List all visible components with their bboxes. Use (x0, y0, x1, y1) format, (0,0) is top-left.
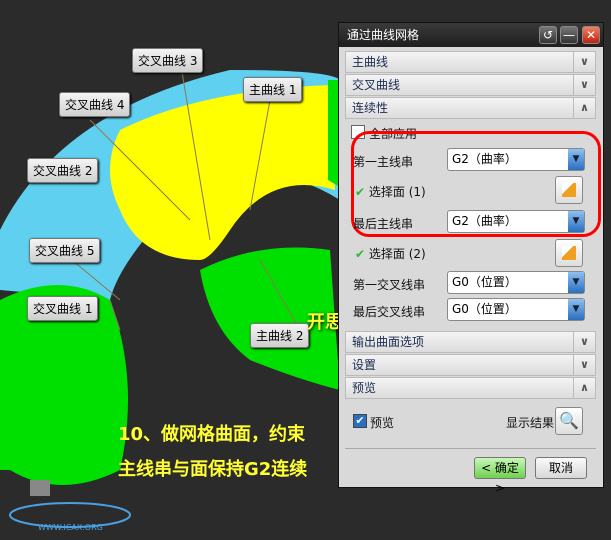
section-label: 预览 (352, 381, 377, 395)
select-value: G2（曲率） (452, 152, 517, 166)
chevron-down-icon[interactable]: ∨ (573, 332, 595, 352)
section-label: 主曲线 (352, 55, 389, 69)
caption-line-1: 10、做网格曲面，约束 (118, 424, 306, 445)
mesh-surface-dialog: 通过曲线网格 ↺ — ✕ 主曲线 ∨ 交叉曲线 ∨ 连续性 ∧ 全部应用 第一主线串 … (338, 22, 604, 495)
ok-button[interactable]: < 确定 > (474, 457, 526, 495)
chevron-up-icon[interactable]: ∧ (573, 98, 595, 118)
section-output-surface-options[interactable]: 输出曲面选项 ∨ (345, 331, 596, 353)
callout-cross-curve-3: 交叉曲线 3 (132, 48, 204, 73)
cube-icon (562, 246, 576, 260)
callout-primary-curve-2: 主曲线 2 (250, 323, 310, 348)
section-label: 交叉曲线 (352, 78, 401, 92)
divider (345, 448, 596, 449)
chevron-down-icon[interactable]: ∨ (573, 75, 595, 95)
chevron-up-icon[interactable]: ∧ (573, 378, 595, 398)
select-value: G0（位置） (452, 302, 517, 316)
preview-checkbox[interactable]: ✔ (353, 414, 367, 428)
section-label: 连续性 (352, 101, 389, 115)
dropdown-arrow-icon[interactable]: ▼ (568, 149, 584, 170)
chevron-down-icon[interactable]: ∨ (573, 355, 595, 375)
callout-primary-curve-1: 主曲线 1 (243, 77, 303, 102)
section-primary-curves[interactable]: 主曲线 ∨ (345, 51, 596, 73)
select-face-label: 选择面 (2) (368, 247, 426, 261)
last-cross-select[interactable]: G0（位置） ▼ (447, 298, 585, 321)
select-face-1-button[interactable] (555, 176, 583, 204)
logo: WWW.ICAX.ORG (9, 480, 131, 532)
show-result-label: 显示结果 (506, 416, 555, 430)
section-preview[interactable]: 预览 ∧ (345, 377, 596, 399)
magnifier-icon: 🔍 (559, 411, 579, 430)
select-value: G2（曲率） (452, 214, 517, 228)
reset-icon[interactable]: ↺ (539, 26, 557, 44)
section-label: 输出曲面选项 (352, 335, 425, 349)
last-primary-label: 最后主线串 (353, 217, 414, 231)
close-icon[interactable]: ✕ (582, 26, 600, 44)
select-value: G0（位置） (452, 275, 517, 289)
section-label: 设置 (352, 358, 377, 372)
dialog-title: 通过曲线网格 (347, 28, 420, 42)
dropdown-arrow-icon[interactable]: ▼ (568, 299, 584, 320)
callout-cross-curve-4: 交叉曲线 4 (59, 92, 131, 117)
last-cross-label: 最后交叉线串 (353, 305, 426, 319)
cube-icon (562, 183, 576, 197)
preview-label: 预览 (370, 416, 395, 430)
callout-cross-curve-5: 交叉曲线 5 (29, 238, 101, 263)
dialog-titlebar[interactable]: 通过曲线网格 ↺ — ✕ (339, 23, 603, 47)
chevron-down-icon[interactable]: ∨ (573, 52, 595, 72)
callout-cross-curve-1: 交叉曲线 1 (27, 296, 99, 321)
check-icon: ✔ (355, 247, 366, 261)
section-settings[interactable]: 设置 ∨ (345, 354, 596, 376)
select-face-label: 选择面 (1) (368, 185, 426, 199)
minimize-icon[interactable]: — (560, 26, 578, 44)
dropdown-arrow-icon[interactable]: ▼ (568, 211, 584, 232)
first-primary-select[interactable]: G2（曲率） ▼ (447, 148, 585, 171)
last-primary-select[interactable]: G2（曲率） ▼ (447, 210, 585, 233)
show-result-button[interactable]: 🔍 (555, 407, 583, 435)
caption-line-2: 主线串与面保持G2连续 (118, 459, 308, 480)
section-continuity[interactable]: 连续性 ∧ (345, 97, 596, 119)
callout-cross-curve-2: 交叉曲线 2 (27, 158, 99, 183)
first-cross-select[interactable]: G0（位置） ▼ (447, 271, 585, 294)
section-cross-curves[interactable]: 交叉曲线 ∨ (345, 74, 596, 96)
cancel-button[interactable]: 取消 (535, 457, 587, 479)
svg-text:WWW.ICAX.ORG: WWW.ICAX.ORG (38, 523, 103, 532)
select-face-2-button[interactable] (555, 239, 583, 267)
select-face-2: ✔ 选择面 (2) (355, 245, 426, 262)
dropdown-arrow-icon[interactable]: ▼ (568, 272, 584, 293)
first-cross-label: 第一交叉线串 (353, 278, 426, 292)
select-face-1: ✔ 选择面 (1) (355, 183, 426, 200)
first-primary-label: 第一主线串 (353, 155, 414, 169)
check-icon: ✔ (355, 185, 366, 199)
